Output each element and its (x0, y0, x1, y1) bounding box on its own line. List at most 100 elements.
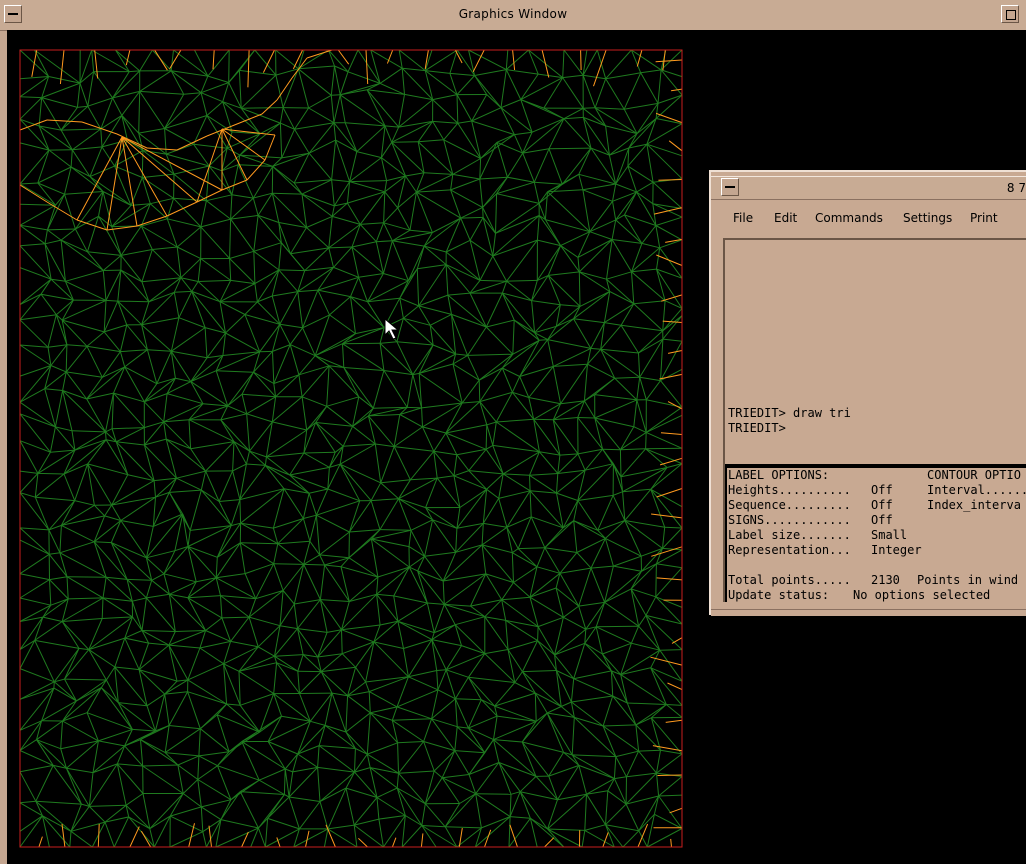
mesh-edge (41, 687, 55, 721)
mesh-edge (141, 249, 153, 282)
mesh-edge (297, 68, 310, 109)
mesh-edge (612, 239, 642, 244)
mesh-edge (302, 327, 316, 356)
mesh-edge (169, 831, 204, 848)
mesh-edge (398, 772, 426, 805)
mesh-edge (112, 97, 123, 116)
mesh-edge (370, 482, 382, 501)
mesh-edge (323, 828, 329, 848)
mesh-edge (171, 327, 206, 352)
mesh-edge (239, 499, 242, 524)
contour-option-name: Index_interva (927, 498, 1021, 512)
mesh-edge (146, 513, 184, 559)
mesh-edge (301, 396, 327, 407)
mesh-edge (560, 245, 580, 273)
mesh-edge (41, 82, 81, 99)
mesh-edge (519, 776, 537, 793)
mesh-edge (556, 492, 578, 501)
mesh-edge (589, 231, 613, 240)
mesh-edge (546, 706, 562, 714)
menu-settings[interactable]: Settings (903, 211, 952, 225)
mesh-edge (198, 728, 201, 756)
mesh-edge (50, 344, 68, 366)
mesh-edge (284, 768, 290, 798)
window-menu-button[interactable] (721, 178, 739, 196)
mesh-edge (471, 120, 515, 136)
mesh-edge (297, 654, 304, 672)
mesh-edge (164, 728, 201, 754)
triedit-titlebar[interactable]: 8 7 (711, 176, 1026, 200)
mesh-edge (659, 247, 683, 279)
menu-edit[interactable]: Edit (774, 211, 797, 225)
mesh-edge (143, 401, 165, 423)
mesh-edge (106, 576, 128, 580)
mesh-edge (50, 365, 67, 373)
mesh-edge (49, 579, 52, 606)
mesh-edge (349, 529, 381, 533)
mesh-edge (306, 227, 330, 249)
mesh-edge (44, 239, 62, 245)
mesh-edge (602, 642, 632, 655)
mesh-edge (429, 313, 452, 326)
mesh-edge (505, 620, 509, 650)
mesh-edge (482, 207, 496, 234)
maximize-button[interactable] (1001, 5, 1019, 23)
mesh-edge (421, 825, 458, 848)
mesh-edge (100, 687, 133, 730)
mesh-edge (297, 270, 306, 292)
mesh-edge (560, 304, 581, 307)
mesh-edge (486, 488, 500, 499)
mesh-edge (547, 828, 565, 848)
mesh-edge (433, 432, 447, 452)
mesh-edge (606, 271, 632, 280)
mesh-edge (579, 271, 607, 280)
mesh-edge (117, 300, 142, 326)
mesh-edge (198, 279, 231, 282)
mesh-edge (422, 426, 447, 434)
mesh-edge (645, 615, 683, 650)
mesh-edge (494, 705, 537, 722)
menu-print[interactable]: Print (970, 211, 998, 225)
mesh-edge (638, 625, 661, 651)
mesh-edge (584, 824, 606, 831)
mesh-edge (127, 474, 155, 482)
mesh-edge (370, 538, 379, 578)
graphics-window-titlebar[interactable]: Graphics Window (0, 0, 1026, 31)
mesh-edge (222, 351, 260, 356)
mesh-edge (220, 595, 250, 618)
mesh-edge (201, 806, 222, 821)
mesh-edge (636, 181, 654, 193)
mesh-edge (479, 158, 482, 180)
mesh-edge (230, 194, 233, 220)
mesh-edge (200, 806, 204, 832)
mesh-edge (174, 513, 184, 551)
mesh-edge (19, 579, 50, 599)
menu-commands[interactable]: Commands (815, 211, 883, 225)
mesh-edge (281, 152, 310, 159)
triedit-window: 8 7 File Edit Commands Settings Print TR… (709, 170, 1026, 616)
console-prompt[interactable]: TRIEDIT> (728, 421, 786, 435)
mesh-edge (537, 626, 539, 641)
mesh-edge (34, 639, 80, 649)
mesh-edge (156, 351, 172, 384)
mesh-edge (19, 344, 49, 348)
mesh-edge (168, 644, 189, 681)
mesh-edge (383, 370, 408, 408)
mesh-edge (216, 703, 227, 716)
mesh-edge (656, 750, 661, 774)
mesh-edge (443, 139, 454, 175)
mesh-edge (639, 338, 664, 378)
command-console[interactable]: TRIEDIT> draw tri TRIEDIT> (723, 238, 1026, 466)
mesh-edge (168, 644, 178, 682)
boundary-edge (129, 826, 140, 848)
mesh-edge (19, 604, 52, 622)
mesh-edge (169, 581, 197, 595)
mesh-edge (281, 129, 295, 159)
menu-file[interactable]: File (733, 211, 753, 225)
mesh-edge (437, 669, 447, 690)
mesh-edge (215, 370, 229, 407)
mesh-edge (450, 178, 480, 191)
mesh-edge (391, 706, 398, 721)
mesh-edge (319, 801, 329, 830)
boundary-edge (662, 320, 683, 323)
